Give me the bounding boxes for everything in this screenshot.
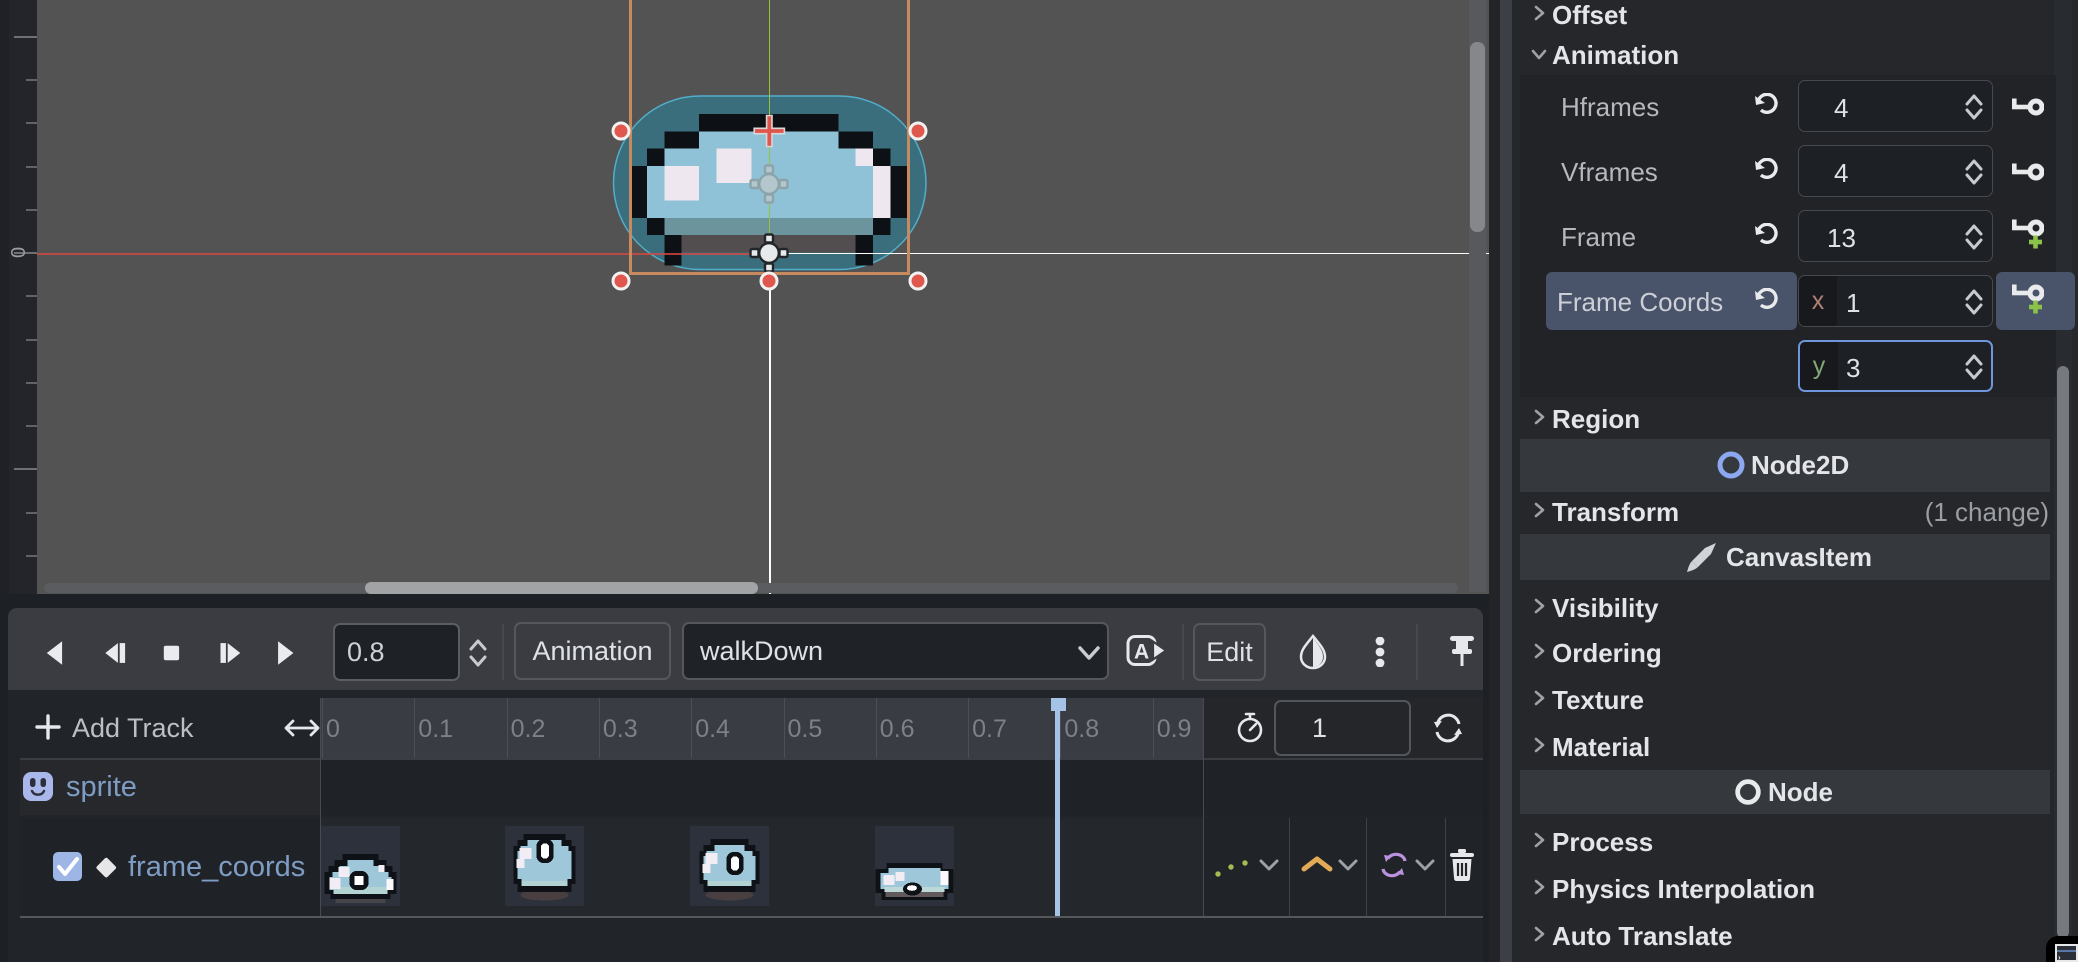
svg-text:A: A: [1134, 641, 1149, 664]
